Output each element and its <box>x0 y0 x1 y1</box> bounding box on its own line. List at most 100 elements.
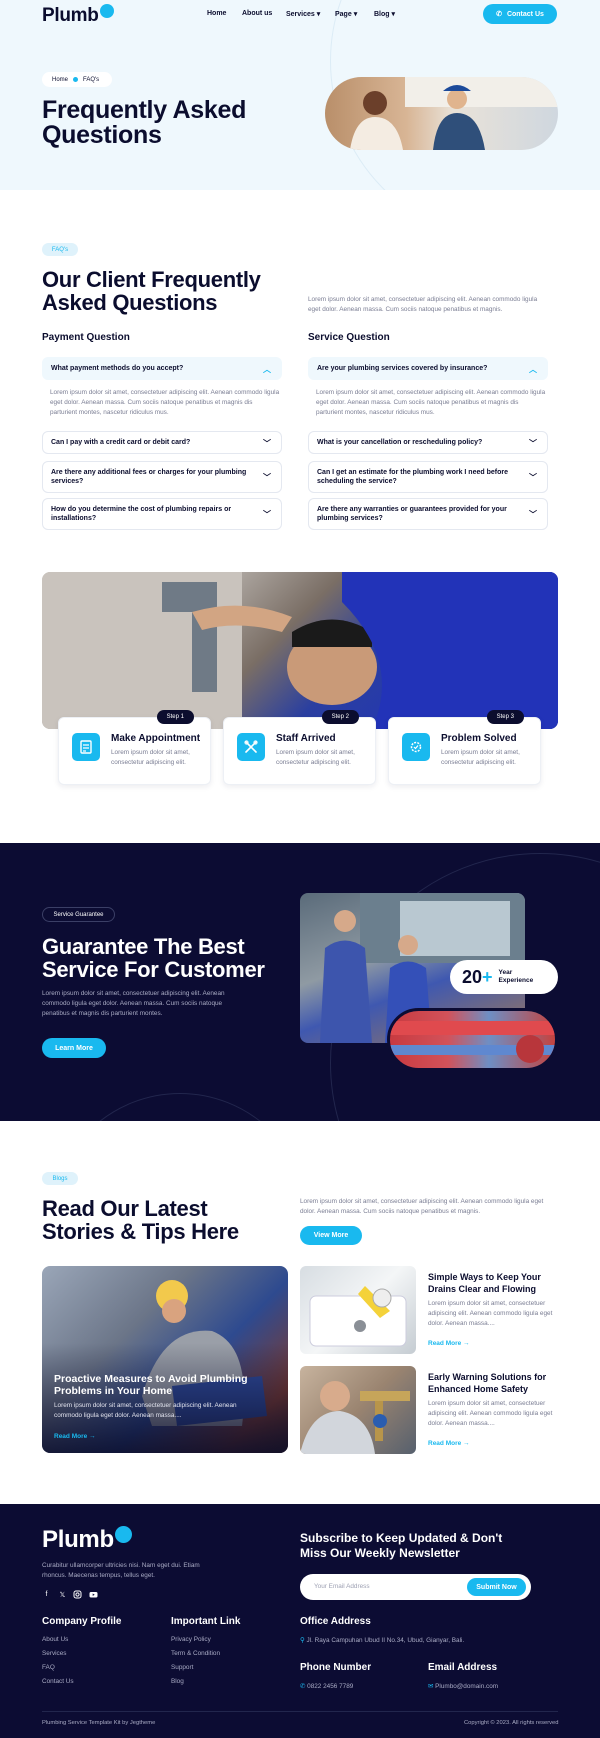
blog-intro: Lorem ipsum dolor sit amet, consectetuer… <box>300 1198 544 1215</box>
guarantee-desc: Lorem ipsum dolor sit amet, consectetuer… <box>42 990 225 1017</box>
contact-us-button[interactable]: ✆ Contact Us <box>483 4 557 24</box>
post-excerpt-2: Lorem ipsum dolor sit amet, consectetuer… <box>428 1400 553 1427</box>
faq-service-answer: Lorem ipsum dolor sit amet, consectetuer… <box>316 389 546 416</box>
footer-link-blog[interactable]: Blog <box>171 1678 184 1685</box>
breadcrumb: Home FAQ's <box>42 72 112 87</box>
chevron-down-icon: ﹀ <box>529 510 537 519</box>
company-profile-heading: Company Profile <box>42 1616 122 1627</box>
step-title: Problem Solved <box>441 733 517 744</box>
post-read-more-1[interactable]: Read More → <box>428 1340 470 1347</box>
post-excerpt-1: Lorem ipsum dolor sit amet, consectetuer… <box>428 1300 553 1327</box>
faq-service-q1[interactable]: What is your cancellation or reschedulin… <box>308 431 548 454</box>
breadcrumb-home[interactable]: Home <box>52 77 68 83</box>
faq-service-open[interactable]: Are your plumbing services covered by in… <box>308 357 548 380</box>
footer-link-services[interactable]: Services <box>42 1650 67 1657</box>
blog-pill: Blogs <box>42 1172 78 1185</box>
faq-payment-open[interactable]: What payment methods do you accept? ︿ <box>42 357 282 380</box>
step-card-2: Step 2 Staff Arrived Lorem ipsum dolor s… <box>223 710 376 785</box>
faq-payment-q1[interactable]: Can I pay with a credit card or debit ca… <box>42 431 282 454</box>
nav-about[interactable]: About us <box>242 10 272 17</box>
breadcrumb-current: FAQ's <box>83 76 100 83</box>
chevron-down-icon: ▾ <box>353 11 358 18</box>
post-image-2[interactable] <box>300 1366 416 1454</box>
post-title-2[interactable]: Early Warning Solutions for Enhanced Home… <box>428 1371 546 1395</box>
learn-more-button[interactable]: Learn More <box>42 1038 106 1058</box>
hero-image <box>325 77 558 150</box>
arrow-right-icon: → <box>463 1340 470 1347</box>
logo-mark-icon <box>114 1526 132 1543</box>
nav-page[interactable]: Page ▾ <box>335 10 357 18</box>
footer-divider <box>42 1711 558 1712</box>
service-question-heading: Service Question <box>308 332 390 343</box>
guarantee-pill: Service Guarantee <box>42 907 115 922</box>
step-tag: Step 2 <box>321 710 359 724</box>
step-title: Make Appointment <box>111 733 201 744</box>
submit-now-button[interactable]: Submit Now <box>467 1578 526 1596</box>
faq-service-q2[interactable]: Can I get an estimate for the plumbing w… <box>308 461 548 493</box>
nav-home[interactable]: Home <box>207 10 226 17</box>
footer-logo[interactable]: Plumb <box>42 1526 132 1554</box>
post-image-1[interactable] <box>300 1266 416 1354</box>
main-post-card[interactable] <box>42 1266 288 1453</box>
newsletter-email-placeholder: Your Email Address <box>314 1583 370 1590</box>
footer-link-faq[interactable]: FAQ <box>42 1664 55 1671</box>
arrow-right-icon: → <box>89 1433 96 1440</box>
chevron-up-icon: ︿ <box>529 364 537 374</box>
payment-question-heading: Payment Question <box>42 332 130 343</box>
step-title: Staff Arrived <box>276 733 336 744</box>
office-address: ⚲ Jl. Raya Campuhan Ubud II No.34, Ubud,… <box>300 1637 465 1644</box>
main-post-read-more[interactable]: Read More → <box>54 1433 96 1440</box>
mail-icon: ✉ <box>428 1683 434 1690</box>
chevron-down-icon: ﹀ <box>263 473 271 482</box>
chevron-down-icon: ▾ <box>316 11 321 18</box>
email-address[interactable]: ✉ Plumbo@domain.com <box>428 1682 498 1690</box>
phone-icon: ✆ <box>496 11 502 18</box>
footer-link-support[interactable]: Support <box>171 1664 193 1671</box>
chevron-down-icon: ▾ <box>391 11 396 18</box>
nav-blog[interactable]: Blog ▾ <box>374 10 395 18</box>
location-pin-icon: ⚲ <box>300 1637 305 1644</box>
guarantee-title: Guarantee The Best Service For Customer <box>42 934 265 982</box>
footer-link-about[interactable]: About Us <box>42 1636 68 1643</box>
main-post-title[interactable]: Proactive Measures to Avoid Plumbing Prob… <box>54 1373 248 1397</box>
arrow-right-icon: → <box>463 1440 470 1447</box>
step-card-3: Step 3 Problem Solved Lorem ipsum dolor … <box>388 710 541 785</box>
faq-title: Our Client Frequently Asked Questions <box>42 267 261 315</box>
faq-payment-q3[interactable]: How do you determine the cost of plumbin… <box>42 498 282 530</box>
important-link-heading: Important Link <box>171 1616 241 1627</box>
twitter-icon[interactable]: 𝕏 <box>58 1590 67 1599</box>
post-title-1[interactable]: Simple Ways to Keep Your Drains Clear and… <box>428 1271 541 1295</box>
newsletter-title: Subscribe to Keep Updated & Don't Miss Ou… <box>300 1531 503 1560</box>
footer-link-contact[interactable]: Contact Us <box>42 1678 74 1685</box>
faq-payment-q2[interactable]: Are there any additional fees or charges… <box>42 461 282 493</box>
facebook-icon[interactable]: f <box>42 1590 51 1599</box>
experience-badge: 20+ Year Experience <box>450 960 558 994</box>
post-read-more-2[interactable]: Read More → <box>428 1440 470 1447</box>
footer-link-terms[interactable]: Term & Condition <box>171 1650 220 1657</box>
step-desc: Lorem ipsum dolor sit amet, consectetur … <box>441 749 520 766</box>
view-more-button[interactable]: View More <box>300 1226 362 1245</box>
instagram-icon[interactable] <box>73 1590 82 1599</box>
nav-services[interactable]: Services ▾ <box>286 10 320 18</box>
faq-service-q3[interactable]: Are there any warranties or guarantees p… <box>308 498 548 530</box>
tools-icon <box>237 733 265 761</box>
youtube-icon[interactable] <box>89 1590 98 1599</box>
email-heading: Email Address <box>428 1662 498 1673</box>
chevron-down-icon: ﹀ <box>263 438 271 448</box>
chevron-up-icon: ︿ <box>263 364 271 374</box>
footer-copyright: Copyright © 2023. All rights reserved <box>464 1720 559 1726</box>
chevron-down-icon: ﹀ <box>263 510 271 519</box>
step-desc: Lorem ipsum dolor sit amet, consectetur … <box>276 749 355 766</box>
years-count: 20+ <box>462 966 493 987</box>
step-tag: Step 3 <box>486 710 524 724</box>
faq-pill: FAQ's <box>42 243 78 256</box>
site-logo[interactable]: Plumb <box>42 4 114 27</box>
phone-number[interactable]: ✆ 0822 2456 7789 <box>300 1682 353 1690</box>
footer-link-privacy[interactable]: Privacy Policy <box>171 1636 211 1643</box>
decor-arc <box>50 1093 310 1121</box>
years-label: Year Experience <box>498 969 534 984</box>
chevron-down-icon: ﹀ <box>529 473 537 482</box>
step-desc: Lorem ipsum dolor sit amet, consectetur … <box>111 749 190 766</box>
breadcrumb-separator-icon <box>73 77 79 82</box>
step-card-1: Step 1 Make Appointment Lorem ipsum dolo… <box>58 710 211 785</box>
